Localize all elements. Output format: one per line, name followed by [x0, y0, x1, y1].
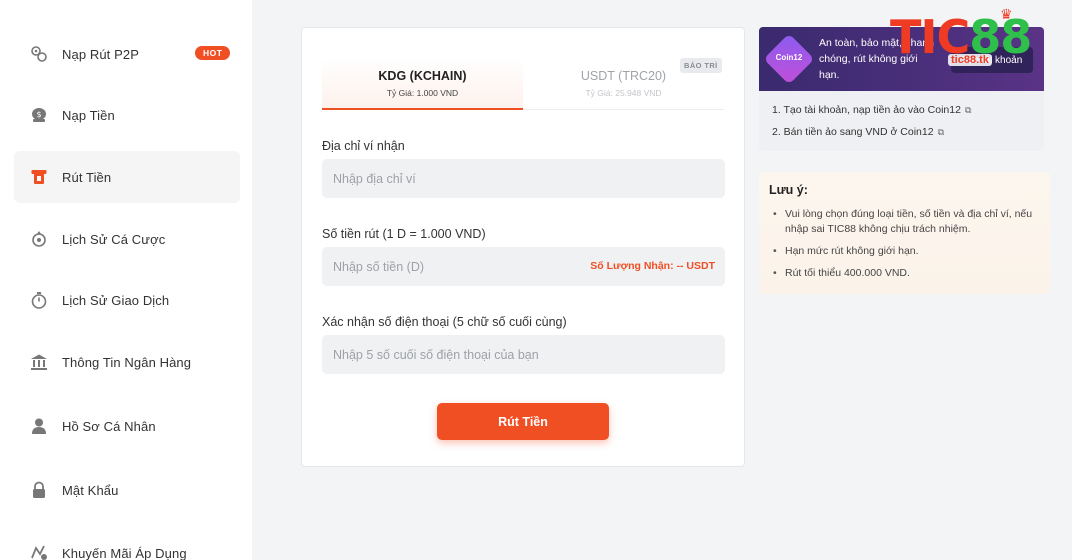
- withdraw-form-card: KDG (KCHAIN) Tỷ Giá: 1.000 VND USDT (TRC…: [301, 27, 745, 467]
- tab-kdg[interactable]: KDG (KCHAIN) Tỷ Giá: 1.000 VND: [322, 58, 523, 110]
- lock-icon: [30, 481, 48, 499]
- sidebar: Nạp Rút P2P HOT $ Nạp Tiền Rút Tiền Lịch…: [0, 0, 252, 560]
- promo-step-1[interactable]: 1. Tạo tài khoản, nạp tiền ảo vào Coin12…: [772, 104, 971, 116]
- sidebar-item-label: Lịch Sử Cá Cược: [62, 231, 166, 247]
- coin12-logo-text: Coin12: [775, 53, 803, 62]
- bet-history-icon: [30, 230, 48, 248]
- promo-step-text: 1. Tạo tài khoản, nạp tiền ảo vào Coin12: [772, 104, 961, 116]
- tab-title: KDG (KCHAIN): [378, 69, 467, 83]
- note-item: Rút tối thiểu 400.000 VND.: [773, 266, 1043, 281]
- note-list: Vui lòng chọn đúng loại tiền, số tiền và…: [773, 207, 1043, 288]
- promo-banner: Coin12 An toàn, bảo mật, nhanh chóng, rú…: [759, 27, 1044, 91]
- promo-step-text: 2. Bán tiền ảo sang VND ở Coin12: [772, 126, 934, 138]
- wallet-address-field: [322, 159, 725, 198]
- promotion-icon: [30, 544, 48, 560]
- currency-tabs: KDG (KCHAIN) Tỷ Giá: 1.000 VND USDT (TRC…: [322, 58, 724, 110]
- sidebar-item-bank-info[interactable]: Thông Tin Ngân Hàng: [14, 336, 240, 388]
- stopwatch-icon: [30, 291, 48, 309]
- sidebar-item-label: Rút Tiền: [62, 169, 112, 185]
- hot-badge: HOT: [195, 46, 231, 60]
- tab-rate: Tỷ Giá: 1.000 VND: [386, 88, 459, 98]
- maintenance-badge: BẢO TRÌ: [680, 58, 722, 73]
- sidebar-item-password[interactable]: Mật Khẩu: [14, 464, 240, 516]
- phone-confirm-input[interactable]: [322, 335, 725, 374]
- external-link-icon: ⧉: [937, 127, 945, 137]
- sidebar-item-label: Hồ Sơ Cá Nhân: [62, 418, 156, 434]
- sidebar-item-promotions[interactable]: Khuyến Mãi Áp Dụng: [14, 527, 240, 560]
- amount-field: Số Lượng Nhận: -- USDT: [322, 247, 725, 286]
- coin12-promo-panel: Coin12 An toàn, bảo mật, nhanh chóng, rú…: [759, 27, 1044, 151]
- sidebar-item-label: Lịch Sử Giao Dịch: [62, 292, 170, 308]
- note-item: Hạn mức rút không giới hạn.: [773, 244, 1043, 259]
- withdraw-icon: [30, 168, 48, 186]
- p2p-exchange-icon: [30, 45, 48, 63]
- external-link-icon: ⧉: [964, 105, 972, 115]
- sidebar-item-p2p[interactable]: Nạp Rút P2P HOT: [14, 28, 240, 80]
- svg-text:$: $: [36, 110, 41, 119]
- promo-banner-text: An toàn, bảo mật, nhanh chóng, rút không…: [819, 37, 935, 81]
- note-item: Vui lòng chọn đúng loại tiền, số tiền và…: [773, 207, 1043, 237]
- sidebar-item-label: Nạp Tiền: [62, 107, 115, 123]
- promo-step-2[interactable]: 2. Bán tiền ảo sang VND ở Coin12 ⧉: [772, 126, 944, 138]
- sidebar-item-withdraw[interactable]: Rút Tiền: [14, 151, 240, 203]
- bank-icon: [30, 353, 48, 371]
- sidebar-item-transaction-history[interactable]: Lịch Sử Giao Dịch: [14, 274, 240, 326]
- note-panel: Lưu ý: Vui lòng chọn đúng loại tiền, số …: [759, 172, 1050, 294]
- create-account-button[interactable]: Tạo tài khoản: [951, 47, 1033, 73]
- sidebar-item-label: Thông Tin Ngân Hàng: [62, 354, 192, 370]
- sidebar-item-label: Mật Khẩu: [62, 482, 119, 498]
- sidebar-item-deposit[interactable]: $ Nạp Tiền: [14, 89, 240, 141]
- sidebar-item-label: Khuyến Mãi Áp Dụng: [62, 545, 187, 560]
- phone-confirm-field: [322, 335, 725, 374]
- wallet-address-label: Địa chỉ ví nhận: [322, 139, 405, 153]
- wallet-address-input[interactable]: [322, 159, 725, 198]
- sidebar-item-bet-history[interactable]: Lịch Sử Cá Cược: [14, 213, 240, 265]
- sidebar-item-profile[interactable]: Hồ Sơ Cá Nhân: [14, 400, 240, 452]
- receive-amount-text: Số Lượng Nhận: -- USDT: [590, 260, 715, 272]
- note-title: Lưu ý:: [769, 183, 808, 197]
- withdraw-submit-button[interactable]: Rút Tiền: [437, 403, 609, 440]
- sidebar-item-label: Nạp Rút P2P: [62, 46, 139, 62]
- phone-confirm-label: Xác nhận số điện thoại (5 chữ số cuối cù…: [322, 315, 567, 329]
- crown-icon: ♛: [1000, 6, 1013, 22]
- tab-rate: Tỷ Giá: 25.948 VND: [585, 88, 662, 98]
- amount-label: Số tiền rút (1 D = 1.000 VND): [322, 227, 486, 241]
- deposit-coin-icon: $: [30, 106, 48, 124]
- user-icon: [30, 417, 48, 435]
